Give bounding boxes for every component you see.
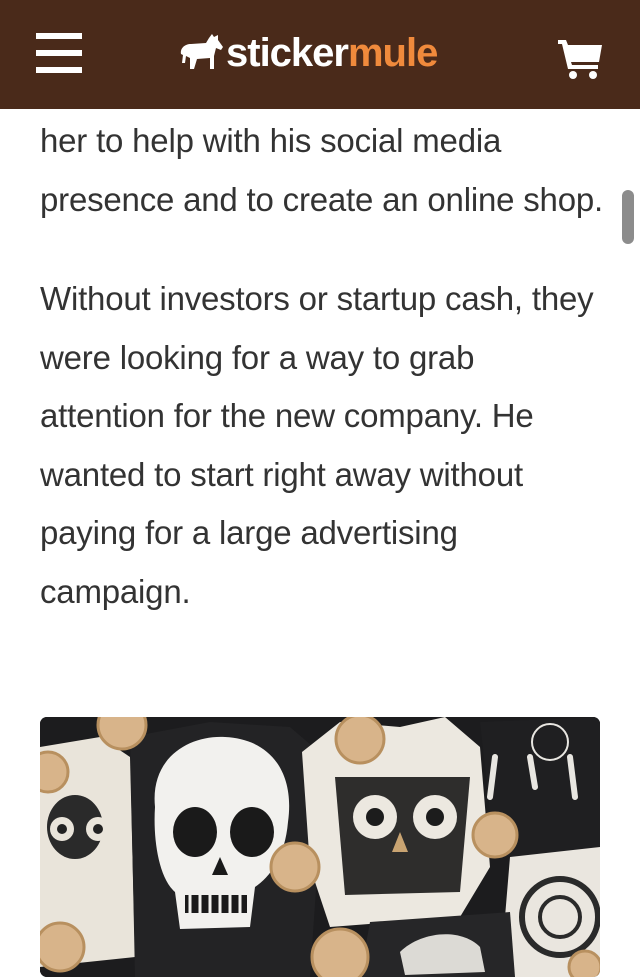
tshirt-collage-image <box>40 717 600 977</box>
shopping-cart-icon[interactable] <box>556 36 604 80</box>
mule-logo-icon <box>180 34 223 69</box>
stickermule-logo[interactable]: sticker mule <box>178 28 438 78</box>
hamburger-menu-icon[interactable] <box>36 33 82 73</box>
top-navigation-bar: sticker mule <box>0 0 640 109</box>
brand-name-sticker: sticker <box>226 31 349 75</box>
article-paragraph: Without investors or startup cash, they … <box>40 280 594 610</box>
article-body: her to help with his social media presen… <box>40 112 605 621</box>
article-paragraph: her to help with his social media presen… <box>40 122 603 218</box>
page-scrollbar[interactable] <box>622 190 634 244</box>
brand-name-mule: mule <box>347 31 438 75</box>
article-photo <box>40 717 600 977</box>
